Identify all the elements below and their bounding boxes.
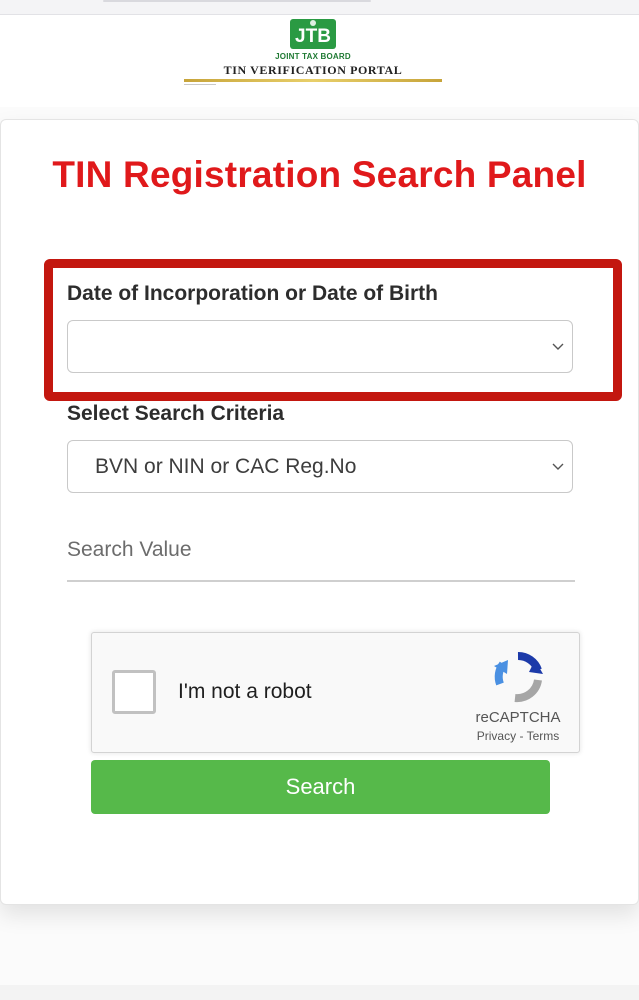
page-title: TIN Registration Search Panel — [52, 154, 587, 195]
logo-org-name: JOINT TAX BOARD — [275, 52, 351, 61]
page-header: JTB JOINT TAX BOARD TIN VERIFICATION POR… — [0, 15, 639, 107]
recaptcha-checkbox[interactable] — [112, 670, 156, 714]
search-value-input[interactable]: Search Value — [67, 530, 575, 582]
recaptcha-brand: reCAPTCHA — [475, 709, 561, 726]
address-bar-edge — [103, 0, 371, 2]
chevron-down-icon — [552, 343, 564, 350]
criteria-select[interactable]: BVN or NIN or CAC Reg.No — [67, 440, 573, 493]
search-button[interactable]: Search — [91, 760, 550, 814]
logo-underline-thin — [184, 84, 216, 85]
recaptcha-link-separator: - — [516, 729, 527, 743]
criteria-field-label: Select Search Criteria — [67, 402, 285, 425]
page-bottom-edge — [0, 985, 639, 1000]
criteria-select-value: BVN or NIN or CAC Reg.No — [95, 455, 357, 478]
recaptcha-widget: I'm not a robot reCAPTCHA Privacy - Term… — [91, 632, 580, 753]
logo-portal-name: TIN VERIFICATION PORTAL — [223, 63, 403, 77]
recaptcha-icon — [494, 651, 543, 703]
browser-top-bar — [0, 0, 639, 15]
jtb-logo[interactable]: JTB JOINT TAX BOARD TIN VERIFICATION POR… — [184, 17, 442, 87]
recaptcha-privacy-link[interactable]: Privacy — [477, 729, 516, 743]
jtb-logo-icon: JTB — [290, 19, 336, 49]
recaptcha-links: Privacy - Terms — [462, 729, 574, 743]
date-select[interactable] — [67, 320, 573, 373]
recaptcha-label: I'm not a robot — [178, 680, 312, 703]
logo-underline — [184, 79, 442, 82]
recaptcha-terms-link[interactable]: Terms — [527, 729, 560, 743]
search-panel: TIN Registration Search Panel Date of In… — [0, 119, 639, 905]
date-field-label: Date of Incorporation or Date of Birth — [67, 282, 439, 305]
chevron-down-icon — [552, 463, 564, 470]
logo-badge-text: JTB — [295, 26, 331, 47]
search-value-placeholder: Search Value — [67, 538, 192, 561]
